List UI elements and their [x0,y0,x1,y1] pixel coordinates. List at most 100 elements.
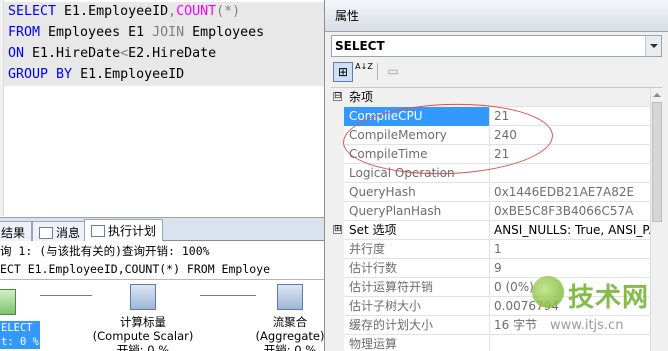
tab-results[interactable]: 结果 [0,221,33,242]
node-cost: 开销: 0 % [116,343,170,351]
node-title: 计算标量 [120,315,166,329]
property-name: Set 选项 [344,221,490,240]
properties-title-bar[interactable]: 属性 [325,0,668,32]
watermark-logo-icon [532,276,564,308]
property-name: 估计子树大小 [344,297,490,316]
toolbar-separator [377,63,378,80]
row-gutter [331,164,344,183]
scrollbar-thumb[interactable] [652,102,662,222]
query-editor[interactable]: SELECT E1.EmployeeID,COUNT(*) FROM Employ… [0,0,324,216]
code-line: SELECT E1.EmployeeID,COUNT(*) [8,2,240,22]
alphabetical-button[interactable]: A↓Z [354,62,374,82]
tab-execution-plan[interactable]: 执行计划 [84,219,164,242]
object-selector-value: SELECT [335,39,385,53]
property-row[interactable]: QueryPlanHash 0xBE5C8F3B4066C57A [331,202,662,221]
query-text-line: ECT E1.EmployeeID,COUNT(*) FROM Employe [0,262,271,276]
row-gutter [331,145,344,164]
row-gutter [331,335,344,351]
code-token: ON [8,46,33,61]
code-token: SELECT [8,4,65,19]
code-token: E2.HireDate [128,46,217,61]
property-pages-icon: ▭ [387,64,399,78]
plan-divider [0,279,324,280]
tab-messages-label: 消息 [56,226,81,240]
code-token: < [120,46,129,61]
code-token: E1.HireDate [32,46,121,61]
code-line: ON E1.HireDate<E2.HireDate [8,44,216,64]
categorized-icon: ⊞ [337,65,349,79]
collapse-icon[interactable]: ⊟ [333,92,342,101]
query-cost-line: 询 1: (与该批有关的)查询开销: 100% [0,244,210,258]
property-value[interactable]: 0x1446EDB21AE7A82E [491,183,650,202]
categorized-button[interactable]: ⊞ [333,62,353,82]
property-name: QueryPlanHash [344,202,490,221]
plan-connector [200,295,256,296]
compute-scalar-icon [130,284,156,310]
properties-title: 属性 [335,9,360,23]
object-selector-dropdown[interactable]: SELECT [331,35,662,57]
plan-connector [40,295,92,296]
row-gutter [331,240,344,259]
node-subtitle: (Aggregate) [255,329,325,343]
property-name: 缓存的计划大小 [344,316,490,335]
property-name: 物理运算 [344,335,490,351]
property-pages-button[interactable]: ▭ [383,62,403,82]
row-gutter [331,278,344,297]
code-token: FROM [8,25,49,40]
property-name: 估计运算符开销 [344,278,490,297]
chevron-down-icon[interactable] [645,36,661,56]
tab-execution-plan-label: 执行计划 [108,224,157,238]
watermark: 技术网 www.itjs.cn [528,276,668,351]
property-name: QueryHash [344,183,490,202]
stream-aggregate-icon [277,284,303,310]
select-node-cost: t: 0 % [1,336,39,348]
row-gutter [331,316,344,335]
property-name: 估计行数 [344,259,490,278]
plan-node-stream-aggregate[interactable]: 流聚合 (Aggregate) 开销: 0 % [250,284,330,351]
plan-node-select[interactable]: ELECT t: 0 % [0,289,40,349]
code-token: Employees E1 [48,25,153,40]
tab-results-label: 结果 [1,226,26,240]
select-node-title: ELECT [1,322,33,334]
row-gutter [331,297,344,316]
property-value[interactable] [491,164,650,183]
node-subtitle: (Compute Scalar) [92,329,194,343]
property-row[interactable]: QueryHash 0x1446EDB21AE7A82E [331,183,662,202]
node-cost: 开销: 0 % [263,343,317,351]
row-gutter [331,259,344,278]
expand-icon[interactable]: ⊞ [333,225,342,234]
watermark-url: www.itjs.cn [550,318,624,333]
code-token: , [168,4,177,19]
code-token: COUNT [176,4,217,19]
property-row[interactable]: ⊞ Set 选项 ANSI_NULLS: True, ANSI_PA [331,221,662,240]
scroll-up-icon[interactable] [653,93,661,97]
property-name: 并行度 [344,240,490,259]
row-gutter [331,107,344,126]
messages-icon [39,227,53,239]
node-title: 流聚合 [272,315,308,329]
code-token: GROUP BY [8,67,81,82]
watermark-brand: 技术网 [568,283,650,313]
code-token: E1.EmployeeID [64,4,169,19]
sort-alphabetical-icon: A↓Z [355,62,373,71]
plan-node-compute-scalar[interactable]: 计算标量 (Compute Scalar) 开销: 0 % [88,284,198,351]
property-value[interactable]: 0xBE5C8F3B4066C57A [491,202,650,221]
property-value[interactable]: ANSI_NULLS: True, ANSI_PA [491,221,650,240]
select-node-label: ELECT t: 0 % [0,321,40,349]
code-line: FROM Employees E1 JOIN Employees [8,23,264,43]
code-token: JOIN [152,25,193,40]
properties-toolbar: ⊞ A↓Z ▭ [331,60,662,84]
code-token: (*) [216,4,241,19]
property-row[interactable]: 并行度 1 [331,240,662,259]
select-operator-icon [0,289,16,315]
code-token: Employees [192,25,265,40]
results-tab-strip: 结果 消息 执行计划 [0,217,324,242]
code-token: E1.EmployeeID [80,67,185,82]
tab-messages[interactable]: 消息 [32,221,88,242]
row-gutter [331,183,344,202]
property-category[interactable]: ⊟ 杂项 [331,88,662,107]
execution-plan-icon [91,225,105,237]
row-gutter [331,202,344,221]
property-value[interactable]: 1 [491,240,650,259]
code-line: GROUP BY E1.EmployeeID [8,65,184,85]
